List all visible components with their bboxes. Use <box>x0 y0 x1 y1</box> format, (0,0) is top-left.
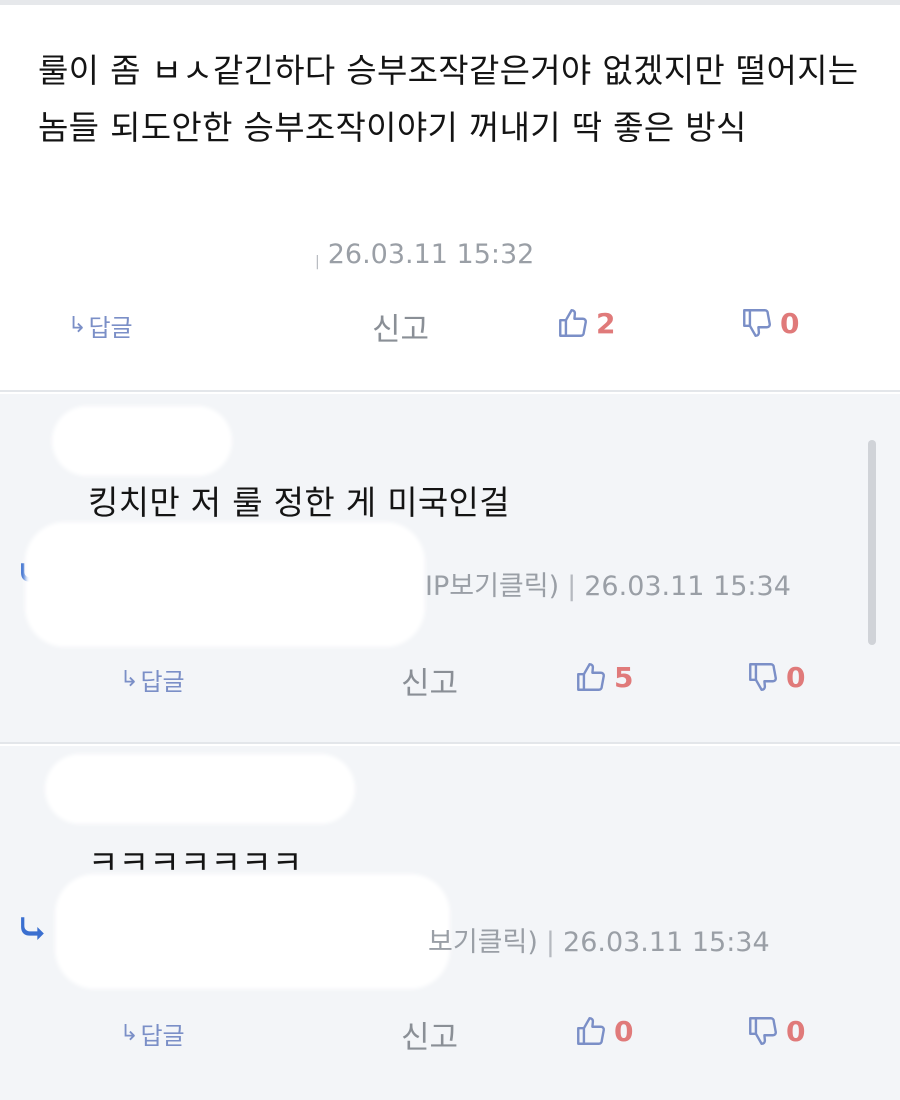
like-count: 5 <box>614 660 634 694</box>
comment-actions: ↳ 답글 신고 0 0 <box>0 1008 900 1058</box>
report-button[interactable]: 신고 <box>401 1012 458 1057</box>
comment-text: 룰이 좀 ㅂㅅ같긴하다 승부조작같은거야 없겠지만 떨어지는 놈들 되도안한 승… <box>38 51 859 147</box>
comment-actions: ↳ 답글 신고 5 0 <box>0 654 900 704</box>
dislike-count: 0 <box>780 306 800 340</box>
dislike-button[interactable]: 0 <box>746 660 805 694</box>
reply-label: 답글 <box>140 668 185 696</box>
report-button[interactable]: 신고 <box>401 658 458 703</box>
reply-button[interactable]: ↳ 답글 <box>120 662 185 697</box>
thumbs-up-icon <box>577 1017 605 1045</box>
reply-arrow-icon: ↳ <box>120 1021 139 1046</box>
thumbs-down-icon <box>749 663 777 691</box>
redacted-author <box>5 225 315 295</box>
comment-meta: IP보기클릭) | 26.03.11 15:34 <box>425 564 791 603</box>
redacted-header <box>52 406 232 476</box>
reply-button[interactable]: ↳ 답글 <box>68 308 133 343</box>
reply-arrow-icon: ↳ <box>120 667 139 692</box>
dislike-button[interactable]: 0 <box>746 1014 805 1048</box>
thumbs-down-icon <box>743 309 771 337</box>
thumbs-up-icon <box>559 309 587 337</box>
reply-arrow-icon: ↳ <box>68 313 87 338</box>
report-button[interactable]: 신고 <box>372 304 429 349</box>
meta-separator: | <box>567 571 577 602</box>
thumbs-down-icon <box>749 1017 777 1045</box>
timestamp: 26.03.11 15:34 <box>563 927 770 958</box>
ip-view-link[interactable]: IP보기클릭) <box>425 571 559 602</box>
like-count: 0 <box>614 1014 634 1048</box>
dislike-button[interactable]: 0 <box>740 306 799 340</box>
reply-label: 답글 <box>140 1022 185 1050</box>
like-button[interactable]: 2 <box>556 306 615 340</box>
timestamp: 26.03.11 15:34 <box>584 571 791 602</box>
like-button[interactable]: 5 <box>574 660 633 694</box>
dislike-count: 0 <box>786 1014 806 1048</box>
reply-button[interactable]: ↳ 답글 <box>120 1016 185 1051</box>
comment-item: 룰이 좀 ㅂㅅ같긴하다 승부조작같은거야 없겠지만 떨어지는 놈들 되도안한 승… <box>0 5 900 392</box>
comment-meta: 보기클릭) | 26.03.11 15:34 <box>428 920 770 959</box>
reply-label: 답글 <box>88 314 133 342</box>
like-button[interactable]: 0 <box>574 1014 633 1048</box>
comment-meta: | 26.03.11 15:32 <box>315 239 534 270</box>
scrollbar[interactable] <box>868 440 876 645</box>
redacted-author <box>25 522 425 647</box>
comment-actions: ↳ 답글 신고 2 0 <box>0 300 900 350</box>
comment-item: ㅋㅋㅋㅋㅋㅋㅋ 보기클릭) | 26.03.11 15:34 ↳ 답글 신고 0 0 <box>0 746 900 1100</box>
redacted-author <box>55 874 450 989</box>
dislike-count: 0 <box>786 660 806 694</box>
timestamp: 26.03.11 15:32 <box>327 239 535 270</box>
comment-item: 킹치만 저 룰 정한 게 미국인걸 IP보기클릭) | 26.03.11 15:34… <box>0 394 900 744</box>
ip-view-link[interactable]: 보기클릭) <box>428 927 538 958</box>
thumbs-up-icon <box>577 663 605 691</box>
nested-reply-arrow-icon <box>21 917 44 940</box>
like-count: 2 <box>596 306 616 340</box>
redacted-header <box>45 754 355 824</box>
meta-separator: | <box>315 254 320 270</box>
meta-separator: | <box>545 927 556 958</box>
